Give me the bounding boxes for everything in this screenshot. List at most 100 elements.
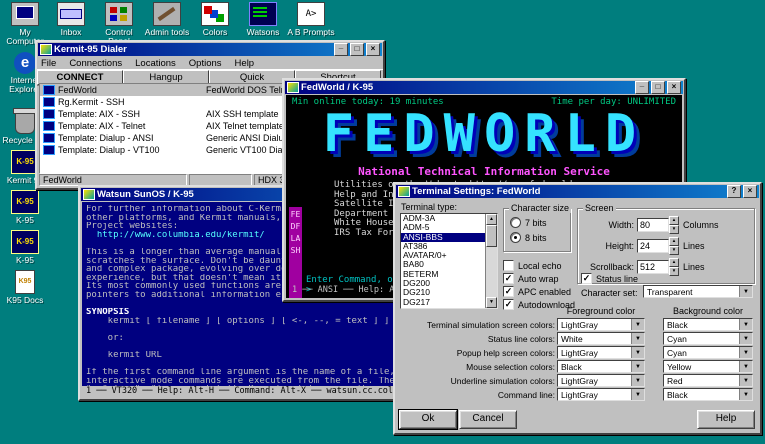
internet-explorer-icon bbox=[14, 52, 36, 74]
height-label: Height: bbox=[582, 241, 634, 251]
spin-up-icon bbox=[669, 258, 679, 267]
chevron-down-icon[interactable] bbox=[631, 361, 644, 372]
chevron-down-icon[interactable] bbox=[631, 347, 644, 358]
chevron-down-icon[interactable] bbox=[739, 375, 752, 386]
bg-color-combobox[interactable]: Black bbox=[663, 388, 753, 401]
minimize-button[interactable] bbox=[334, 43, 348, 56]
minimize-button[interactable] bbox=[635, 81, 649, 94]
settings-titlebar[interactable]: Terminal Settings: FedWorld bbox=[396, 185, 759, 198]
scrollback-stepper[interactable] bbox=[669, 258, 679, 276]
k95-icon bbox=[11, 190, 39, 214]
fg-color-combobox[interactable]: LightGray bbox=[557, 388, 645, 401]
close-button[interactable] bbox=[667, 81, 681, 94]
scrollbar-thumb[interactable] bbox=[486, 225, 497, 247]
settings-dialog-icon bbox=[398, 186, 410, 197]
terminal-type-items: ADM-3A ADM-5 ANSI-BBS AT386 AVATAR/0+ BA… bbox=[401, 214, 485, 308]
chevron-down-icon[interactable] bbox=[739, 286, 752, 297]
desktop-icon-watsons[interactable]: Watsons bbox=[238, 2, 288, 37]
bg-color-combobox[interactable]: Cyan bbox=[663, 346, 753, 359]
listbox-scrollbar[interactable] bbox=[485, 214, 497, 308]
chevron-down-icon[interactable] bbox=[631, 319, 644, 330]
maximize-button[interactable] bbox=[350, 43, 364, 56]
radio-label: 8 bits bbox=[525, 233, 547, 243]
menu-connections[interactable]: Connections bbox=[69, 58, 122, 69]
bg-color-combobox[interactable]: Black bbox=[663, 318, 753, 331]
scroll-down-arrow-icon[interactable] bbox=[486, 297, 497, 308]
fg-color-combobox[interactable]: Black bbox=[557, 360, 645, 373]
chevron-down-icon[interactable] bbox=[739, 389, 752, 400]
chevron-down-icon[interactable] bbox=[631, 375, 644, 386]
foreground-color-header: Foreground color bbox=[557, 306, 645, 316]
chevron-down-icon[interactable] bbox=[739, 347, 752, 358]
color-row-label: Mouse selection colors: bbox=[397, 362, 555, 372]
ok-button[interactable]: Ok bbox=[399, 410, 457, 429]
checkbox-label: Status line bbox=[596, 274, 638, 284]
radio-7-bits[interactable]: 7 bits bbox=[510, 217, 547, 228]
checkbox-label: APC enabled bbox=[518, 287, 571, 297]
checkbox-label: Auto wrap bbox=[518, 274, 559, 284]
chevron-down-icon[interactable] bbox=[631, 333, 644, 344]
checkbox-icon-checked bbox=[503, 286, 514, 297]
menu-options[interactable]: Options bbox=[189, 58, 222, 69]
local-echo-checkbox[interactable]: Local echo bbox=[503, 260, 562, 271]
height-field[interactable]: 24 bbox=[637, 239, 669, 253]
cancel-button[interactable]: Cancel bbox=[459, 410, 517, 429]
fg-color-combobox[interactable]: LightGray bbox=[557, 346, 645, 359]
terminal-settings-dialog: Terminal Settings: FedWorld Terminal typ… bbox=[393, 182, 762, 435]
titlebar-help-button[interactable] bbox=[727, 185, 741, 198]
bg-color-combobox[interactable]: Cyan bbox=[663, 332, 753, 345]
desktop-icon-admin-tools[interactable]: Admin tools bbox=[142, 2, 192, 37]
help-button[interactable]: Help bbox=[697, 410, 755, 429]
spin-down-icon bbox=[669, 225, 679, 234]
fg-color-combobox[interactable]: LightGray bbox=[557, 318, 645, 331]
fedworld-titlebar[interactable]: FedWorld / K-95 bbox=[285, 81, 683, 94]
chevron-down-icon[interactable] bbox=[739, 361, 752, 372]
spin-up-icon bbox=[669, 216, 679, 225]
width-unit: Columns bbox=[683, 220, 719, 230]
dialer-titlebar[interactable]: Kermit-95 Dialer bbox=[38, 43, 382, 56]
terminal-type-listbox[interactable]: ADM-3A ADM-5 ANSI-BBS AT386 AVATAR/0+ BA… bbox=[400, 213, 498, 309]
close-button[interactable] bbox=[366, 43, 380, 56]
height-stepper[interactable] bbox=[669, 237, 679, 255]
terminal-type-option[interactable]: DG217 bbox=[401, 298, 485, 307]
desktop-icon-colors[interactable]: Colors bbox=[190, 2, 240, 37]
bg-color-combobox[interactable]: Red bbox=[663, 374, 753, 387]
watsun-app-icon bbox=[83, 189, 95, 200]
radio-8-bits[interactable]: 8 bits bbox=[510, 232, 547, 243]
menu-locations[interactable]: Locations bbox=[135, 58, 176, 69]
fedworld-ascii-logo: FEDWORLD bbox=[286, 107, 682, 162]
desktop-icon-inbox[interactable]: Inbox bbox=[46, 2, 96, 37]
dialer-menubar: File Connections Locations Options Help bbox=[37, 57, 383, 69]
chevron-down-icon[interactable] bbox=[631, 389, 644, 400]
fg-color-combobox[interactable]: White bbox=[557, 332, 645, 345]
menu-file[interactable]: File bbox=[41, 58, 56, 69]
scroll-up-arrow-icon[interactable] bbox=[486, 214, 497, 225]
desktop-icon-label: Inbox bbox=[46, 28, 96, 37]
status-line-checkbox[interactable]: Status line bbox=[581, 273, 638, 284]
scrollbar-track[interactable] bbox=[486, 247, 497, 297]
width-stepper[interactable] bbox=[669, 216, 679, 234]
desktop-icon-ab-prompts[interactable]: A B Prompts bbox=[286, 2, 336, 37]
inbox-icon bbox=[57, 2, 85, 26]
chevron-down-icon[interactable] bbox=[739, 333, 752, 344]
auto-wrap-checkbox[interactable]: Auto wrap bbox=[503, 273, 559, 284]
width-label: Width: bbox=[582, 220, 634, 230]
desktop-icon-k95-docs[interactable]: K95 Docs bbox=[0, 270, 50, 305]
desktop-icon-k95-b[interactable]: K-95 bbox=[0, 230, 50, 265]
width-field[interactable]: 80 bbox=[637, 218, 669, 232]
fg-color-combobox[interactable]: LightGray bbox=[557, 374, 645, 387]
apc-enabled-checkbox[interactable]: APC enabled bbox=[503, 286, 571, 297]
menu-help[interactable]: Help bbox=[235, 58, 255, 69]
character-size-label: Character size bbox=[509, 203, 571, 213]
control-panel-icon bbox=[105, 2, 133, 26]
maximize-button[interactable] bbox=[651, 81, 665, 94]
bg-color-combobox[interactable]: Yellow bbox=[663, 360, 753, 373]
radio-icon-selected bbox=[510, 232, 521, 243]
scrollback-label: Scrollback: bbox=[582, 262, 634, 272]
chevron-down-icon[interactable] bbox=[739, 319, 752, 330]
close-button[interactable] bbox=[743, 185, 757, 198]
scrollback-field[interactable]: 512 bbox=[637, 260, 669, 274]
character-set-combobox[interactable]: Transparent bbox=[643, 285, 753, 298]
desktop-icon-k95-a[interactable]: K-95 bbox=[0, 190, 50, 225]
connection-icon bbox=[43, 97, 55, 107]
